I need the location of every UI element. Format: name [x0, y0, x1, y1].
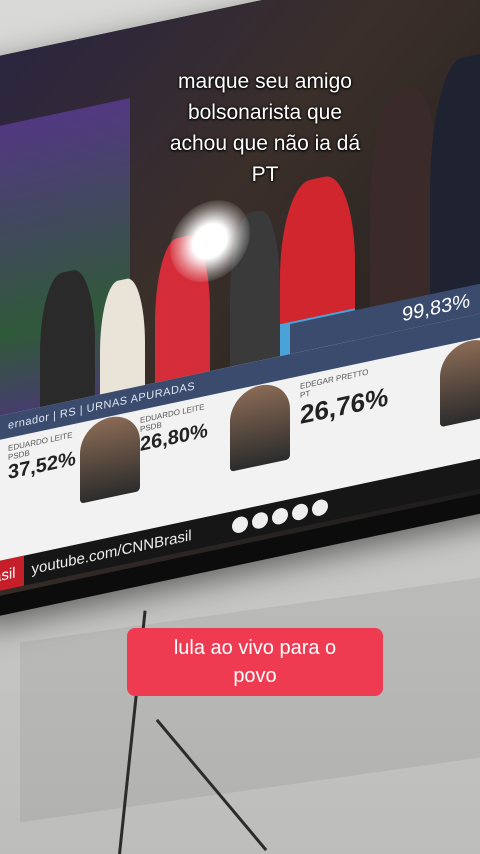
caption-top: marque seu amigo bolsonarista que achou …: [140, 66, 390, 190]
instagram-icon: [271, 506, 288, 527]
tiktok-icon: [311, 498, 328, 518]
candidate-card: EDUARDO LEITE PSDB 37,52%: [8, 427, 88, 554]
ticker-brand: rasil: [0, 555, 24, 595]
caption-bottom: lula ao vivo para o povo: [127, 628, 383, 696]
caption-bottom-text: lula ao vivo para o povo: [173, 637, 337, 687]
twitter-icon: [231, 515, 248, 535]
facebook-icon: [251, 510, 268, 531]
candidate-card: EDUARDO LEITE PSDB 26,80%: [140, 397, 230, 526]
caption-top-text: marque seu amigo bolsonarista que achou …: [169, 70, 361, 186]
linkedin-icon: [291, 502, 308, 522]
